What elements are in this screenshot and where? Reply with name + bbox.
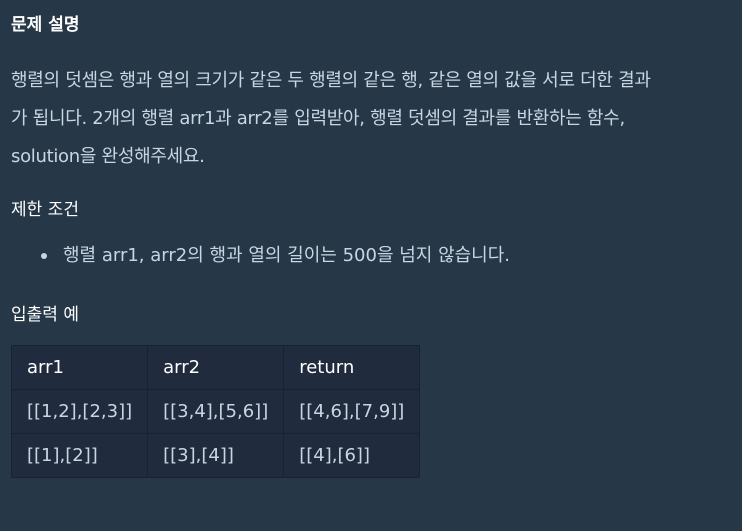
table-cell: [[4,6],[7,9]]: [283, 389, 421, 434]
description-line: 가 됩니다. 2개의 행렬 arr1과 arr2를 입력받아, 행렬 덧셈의 결…: [11, 108, 625, 129]
column-header-arr2: arr2: [147, 345, 285, 390]
table-cell: [[1],[2]]: [10, 433, 149, 478]
bullet-icon: [41, 253, 47, 259]
column-header-arr1: arr1: [10, 345, 149, 390]
column-header-return: return: [283, 345, 421, 390]
description-line: solution을 완성해주세요.: [11, 146, 205, 167]
table-cell: [[1,2],[2,3]]: [10, 389, 149, 434]
table-header-row: arr1 arr2 return: [10, 345, 421, 390]
table-cell: [[3],[4]]: [147, 433, 285, 478]
table-row: [[1,2],[2,3]] [[3,4],[5,6]] [[4,6],[7,9]…: [10, 389, 421, 434]
table-cell: [[4],[6]]: [283, 433, 421, 478]
examples-table: arr1 arr2 return [[1,2],[2,3]] [[3,4],[5…: [10, 345, 421, 478]
constraints-list: 행렬 arr1, arr2의 행과 열의 길이는 500을 넘지 않습니다.: [11, 241, 510, 271]
problem-paragraph: 행렬의 덧셈은 행과 열의 크기가 같은 두 행렬의 같은 행, 같은 열의 값…: [11, 62, 731, 176]
table-cell: [[3,4],[5,6]]: [147, 389, 285, 434]
constraints-title: 제한 조건: [11, 200, 79, 220]
constraint-item: 행렬 arr1, arr2의 행과 열의 길이는 500을 넘지 않습니다.: [11, 241, 510, 271]
problem-title: 문제 설명: [11, 15, 80, 35]
table-row: [[1],[2]] [[3],[4]] [[4],[6]]: [10, 433, 421, 478]
description-line: 행렬의 덧셈은 행과 열의 크기가 같은 두 행렬의 같은 행, 같은 열의 값…: [11, 70, 651, 91]
examples-title: 입출력 예: [11, 305, 79, 325]
constraint-text: 행렬 arr1, arr2의 행과 열의 길이는 500을 넘지 않습니다.: [63, 245, 511, 266]
